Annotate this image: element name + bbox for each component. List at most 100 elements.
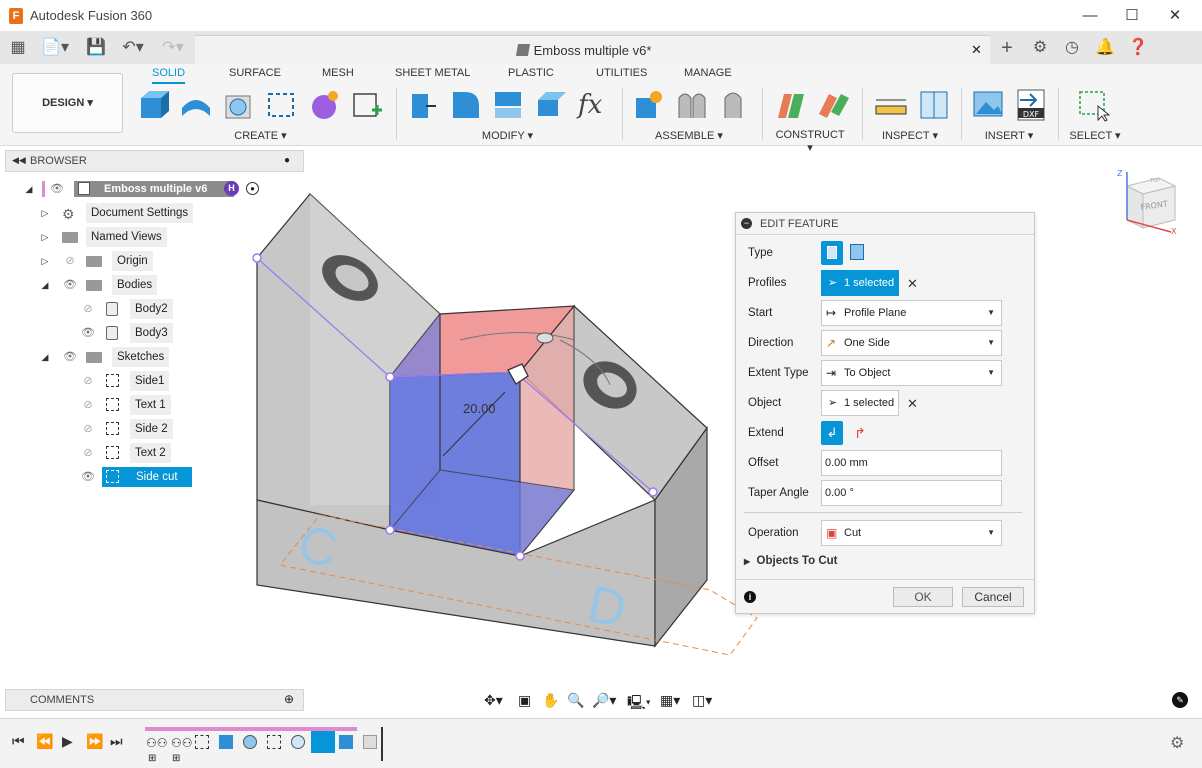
timeline-sketch-icon[interactable] bbox=[267, 735, 281, 749]
tab-manage[interactable]: MANAGE bbox=[684, 67, 732, 79]
expand-arrow-icon[interactable]: ▷ bbox=[40, 256, 50, 266]
window-select-icon[interactable] bbox=[1076, 88, 1110, 122]
expand-arrow-icon[interactable]: ◢ bbox=[24, 184, 34, 194]
viewcube-top[interactable]: TOP bbox=[1149, 178, 1160, 184]
plane-at-angle-icon[interactable] bbox=[817, 88, 851, 122]
offset-plane-icon[interactable] bbox=[774, 88, 808, 122]
info-icon[interactable]: i bbox=[744, 591, 756, 603]
viewcube[interactable]: TOP FRONT Z X bbox=[1115, 166, 1185, 236]
timeline-extrude-icon[interactable] bbox=[219, 735, 233, 749]
visibility-eye-icon[interactable]: 👁 bbox=[81, 471, 95, 483]
group-create[interactable]: CREATE ▾ bbox=[233, 129, 288, 142]
extent-type-dropdown[interactable]: ⇥ To Object ▼ bbox=[821, 360, 1002, 386]
ok-button[interactable]: OK bbox=[893, 587, 953, 607]
display-settings-icon[interactable]: 🖳▾ bbox=[627, 692, 651, 716]
expand-arrow-icon[interactable]: ▷ bbox=[40, 208, 50, 218]
profiles-select-button[interactable]: ➢ 1 selected bbox=[821, 270, 899, 296]
timeline-selected-sketch[interactable] bbox=[311, 731, 335, 753]
cancel-button[interactable]: Cancel bbox=[962, 587, 1024, 607]
combine-icon[interactable] bbox=[534, 88, 568, 122]
grid-settings-icon[interactable]: ▦▾ bbox=[660, 692, 680, 709]
browser-item-named-views[interactable]: ▷ Named Views bbox=[38, 227, 238, 247]
save-icon[interactable]: 💾 bbox=[86, 38, 106, 58]
visibility-eye-icon[interactable]: 👁 bbox=[63, 279, 77, 291]
parameters-fx-icon[interactable]: fx bbox=[578, 88, 612, 122]
objects-to-cut-section[interactable]: ▶ Objects To Cut bbox=[744, 555, 837, 567]
measure-icon[interactable] bbox=[874, 88, 908, 122]
object-select-button[interactable]: ➢ 1 selected bbox=[821, 390, 899, 416]
new-tab-plus-icon[interactable]: + bbox=[995, 38, 1019, 58]
browser-panel-header[interactable]: ◀◀ BROWSER ● bbox=[5, 150, 304, 172]
browser-item-side2[interactable]: ⊘ Side 2 bbox=[74, 419, 244, 439]
visibility-eye-icon[interactable]: 👁 bbox=[63, 351, 77, 363]
job-status-clock-icon[interactable]: ◷ bbox=[1062, 38, 1082, 58]
step-back-icon[interactable]: ⏪ bbox=[36, 733, 53, 750]
expand-arrow-icon[interactable]: ▷ bbox=[40, 232, 50, 242]
hidden-eye-icon[interactable]: ⊘ bbox=[81, 375, 95, 387]
taper-angle-input[interactable]: 0.00 ° bbox=[821, 480, 1002, 506]
close-tab-icon[interactable]: ✕ bbox=[971, 42, 982, 58]
form-icon[interactable] bbox=[307, 88, 341, 122]
browser-item-bodies[interactable]: ◢ 👁 Bodies bbox=[38, 275, 238, 295]
minimize-icon[interactable]: — bbox=[1075, 6, 1105, 26]
viewports-icon[interactable]: ◫▾ bbox=[692, 692, 712, 709]
timeline-sketch-feature[interactable]: ⚇⚇ bbox=[171, 736, 193, 750]
feedback-icon[interactable]: ✎ bbox=[1172, 692, 1188, 708]
direction-dropdown[interactable]: ↗ One Side ▼ bbox=[821, 330, 1002, 356]
timeline-sketch-feature[interactable]: ⚇⚇ bbox=[146, 736, 168, 750]
browser-item-side1[interactable]: ⊘ Side1 bbox=[74, 371, 244, 391]
start-dropdown[interactable]: ↦ Profile Plane ▼ bbox=[821, 300, 1002, 326]
tab-surface[interactable]: SURFACE bbox=[229, 67, 281, 79]
operation-dropdown[interactable]: ▣ Cut ▼ bbox=[821, 520, 1002, 546]
browser-root-item[interactable]: ◢ 👁 Emboss multiple v6 H ● bbox=[20, 179, 280, 199]
new-component-icon[interactable] bbox=[137, 88, 171, 122]
go-to-start-icon[interactable]: ⏮ bbox=[12, 733, 25, 750]
hidden-eye-icon[interactable]: ⊘ bbox=[81, 447, 95, 459]
help-icon[interactable]: ❓ bbox=[1128, 38, 1148, 58]
add-comment-icon[interactable]: ⊕ bbox=[284, 692, 294, 706]
close-icon[interactable]: ✕ bbox=[1160, 6, 1190, 26]
timeline-emboss-icon[interactable] bbox=[291, 735, 305, 749]
timeline-settings-gear-icon[interactable]: ⚙ bbox=[1170, 733, 1184, 753]
group-modify[interactable]: MODIFY ▾ bbox=[480, 129, 535, 142]
section-analysis-icon[interactable] bbox=[917, 88, 951, 122]
browser-item-sketches[interactable]: ◢ 👁 Sketches bbox=[38, 347, 238, 367]
notifications-bell-icon[interactable]: 🔔 bbox=[1095, 38, 1115, 58]
offset-input[interactable]: 0.00 mm bbox=[821, 450, 1002, 476]
timeline-suppressed-feature[interactable] bbox=[363, 735, 377, 749]
group-inspect[interactable]: INSPECT ▾ bbox=[880, 129, 940, 142]
go-to-end-icon[interactable]: ⏭ bbox=[110, 733, 123, 750]
insert-dxf-icon[interactable]: DXF bbox=[1014, 88, 1048, 122]
clear-object-icon[interactable]: ✕ bbox=[907, 396, 918, 412]
fit-icon[interactable]: 🔎▾ bbox=[592, 692, 616, 709]
play-icon[interactable]: ▶ bbox=[62, 733, 73, 750]
collapse-dialog-icon[interactable]: − bbox=[741, 218, 752, 229]
collapse-arrow-icon[interactable]: ◢ bbox=[40, 352, 50, 362]
extend-maximum-button[interactable]: ↱ bbox=[850, 423, 870, 443]
timeline-expand-icon[interactable]: ⊞ bbox=[172, 753, 180, 764]
extrude-icon[interactable] bbox=[179, 88, 213, 122]
hidden-eye-icon[interactable]: ⊘ bbox=[81, 399, 95, 411]
workspace-switcher-button[interactable]: DESIGN ▾ bbox=[12, 73, 123, 133]
extend-minimum-button[interactable]: ↲ bbox=[821, 421, 843, 445]
browser-item-side-cut[interactable]: 👁 Side cut bbox=[74, 467, 244, 487]
tab-plastic[interactable]: PLASTIC bbox=[508, 67, 554, 79]
orbit-icon[interactable]: ✥▾ bbox=[484, 692, 503, 709]
press-pull-icon[interactable] bbox=[406, 88, 440, 122]
group-assemble[interactable]: ASSEMBLE ▾ bbox=[655, 129, 723, 142]
shell-icon[interactable] bbox=[491, 88, 525, 122]
create-sketch-rect-icon[interactable] bbox=[264, 88, 298, 122]
type-solid-button[interactable] bbox=[821, 241, 843, 265]
clear-profiles-icon[interactable]: ✕ bbox=[907, 276, 918, 292]
timeline-emboss-icon[interactable] bbox=[243, 735, 257, 749]
document-tab[interactable]: Emboss multiple v6* ✕ bbox=[195, 35, 990, 64]
dialog-header[interactable]: − EDIT FEATURE bbox=[736, 213, 1034, 235]
maximize-icon[interactable]: ☐ bbox=[1117, 6, 1147, 26]
browser-item-origin[interactable]: ▷ ⊘ Origin bbox=[38, 251, 238, 271]
zoom-icon[interactable]: 🔍 bbox=[567, 692, 584, 709]
file-menu-icon[interactable]: 📄▾ bbox=[40, 38, 70, 58]
browser-item-text2[interactable]: ⊘ Text 2 bbox=[74, 443, 244, 463]
data-panel-grid-icon[interactable]: ▦ bbox=[8, 38, 28, 58]
collapse-arrow-icon[interactable]: ◢ bbox=[40, 280, 50, 290]
collapse-browser-icon[interactable]: ◀◀ bbox=[12, 155, 26, 166]
